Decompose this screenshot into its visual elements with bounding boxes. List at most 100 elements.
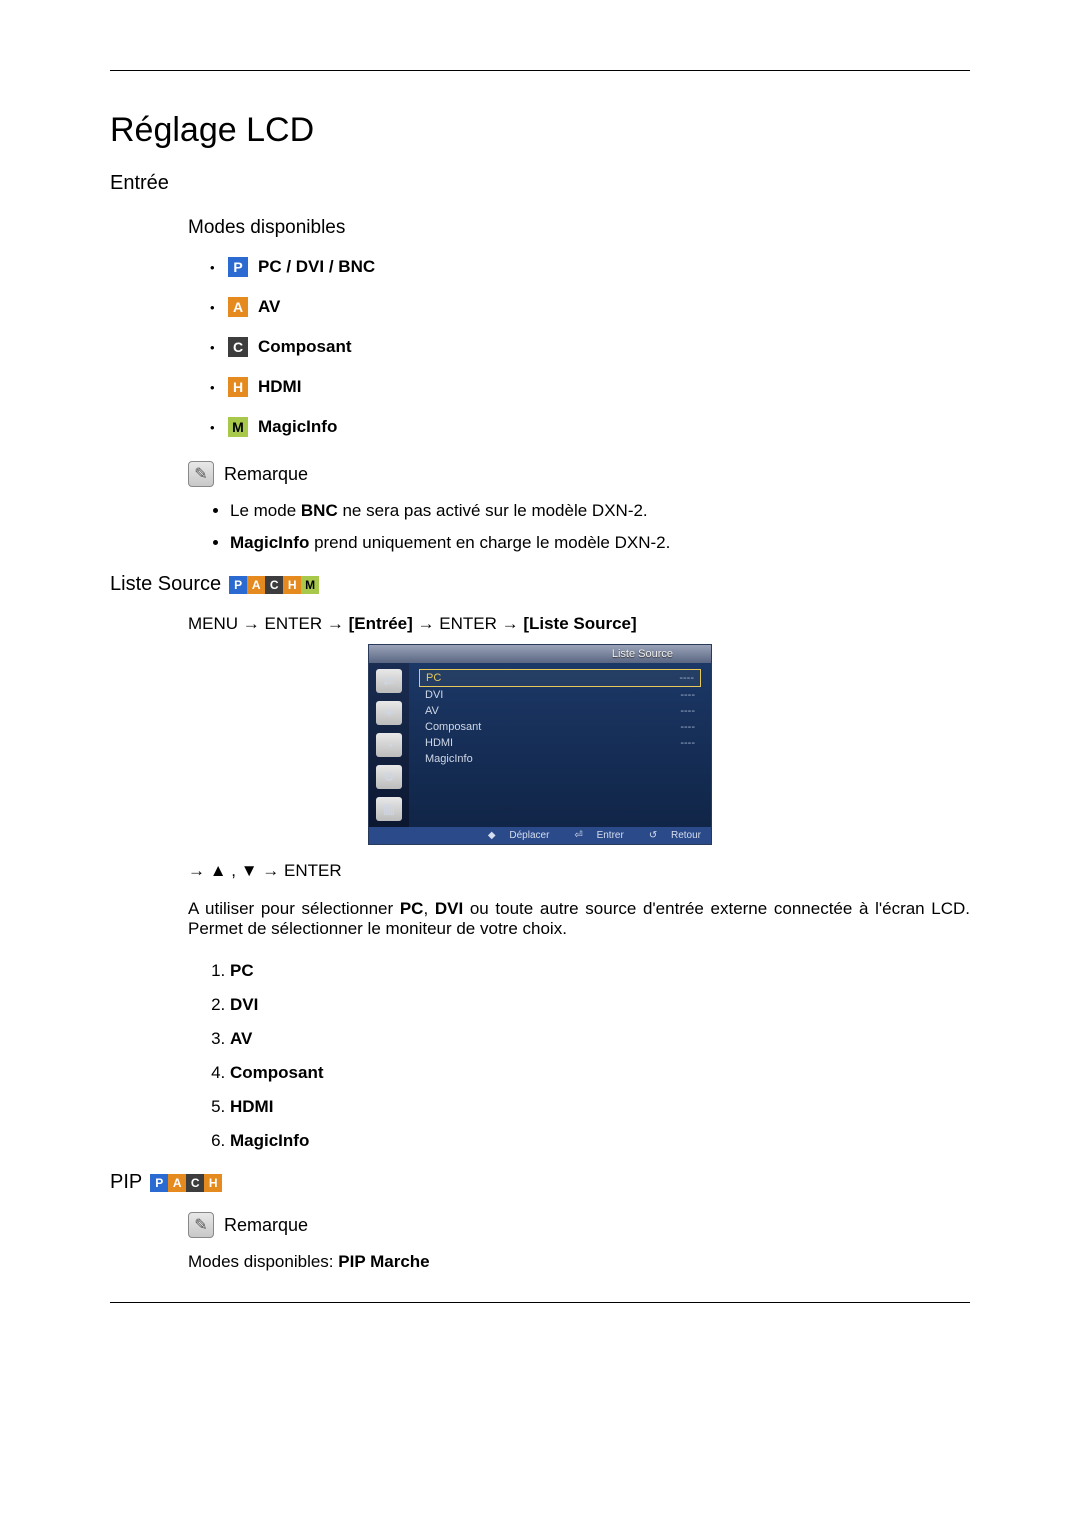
- osd-footer: ◆ Déplacer ⏎ Entrer ↺ Retour: [369, 827, 711, 844]
- osd-row: Composant ----: [419, 719, 701, 735]
- osd-screenshot: Liste Source ⇄ ☀ ◔ ⚙ ▥ PC ---- DVI ---- AV…: [110, 644, 970, 845]
- source-badges: P A C H M: [229, 576, 319, 594]
- mode-item-magicinfo: • M MagicInfo: [210, 417, 970, 437]
- pip-badges: P A C H: [150, 1174, 222, 1192]
- divider-bottom: [110, 1302, 970, 1303]
- menu-path-text: → ENTER →: [413, 614, 524, 633]
- note-bold: MagicInfo: [230, 533, 309, 552]
- section-pip: PIP: [110, 1171, 142, 1194]
- list-item: DVI: [230, 995, 970, 1015]
- note-icon: ✎: [188, 1212, 214, 1238]
- osd-row-val: ----: [679, 672, 694, 684]
- list-item: HDMI: [230, 1097, 970, 1117]
- osd-sidebar: ⇄ ☀ ◔ ⚙ ▥: [369, 663, 409, 827]
- modes-list: • P PC / DVI / BNC • A AV • C Composant …: [210, 257, 970, 437]
- note-text: prend uniquement en charge le modèle DXN…: [309, 533, 670, 552]
- list-item: AV: [230, 1029, 970, 1049]
- p-icon: P: [228, 257, 248, 277]
- c-icon: C: [265, 576, 283, 594]
- notes-list: Le mode BNC ne sera pas activé sur le mo…: [230, 501, 970, 553]
- osd-footer-enter: ⏎ Entrer: [563, 830, 623, 841]
- a-icon: A: [228, 297, 248, 317]
- osd-footer-move: ◆ Déplacer: [477, 830, 550, 841]
- osd-row-label: MagicInfo: [425, 753, 473, 765]
- osd-footer-return: ↺ Retour: [638, 830, 701, 841]
- p-icon: P: [229, 576, 247, 594]
- pip-modes: Modes disponibles: PIP Marche: [188, 1252, 970, 1272]
- note-text: ne sera pas activé sur le modèle DXN-2.: [338, 501, 648, 520]
- m-icon: M: [228, 417, 248, 437]
- list-item: PC: [230, 961, 970, 981]
- osd-row: HDMI----: [419, 735, 701, 751]
- osd-side-icon: ▥: [376, 797, 402, 821]
- osd-row-label: AV: [425, 705, 439, 717]
- c-icon: C: [228, 337, 248, 357]
- osd-side-icon: ⚙: [376, 765, 402, 789]
- osd-row: PC ----: [419, 669, 701, 687]
- remark-label: Remarque: [224, 1215, 308, 1236]
- h-icon: H: [204, 1174, 222, 1192]
- mode-label: AV: [258, 297, 280, 317]
- list-item: MagicInfo: [230, 1131, 970, 1151]
- osd-row-label: PC: [426, 672, 441, 684]
- desc-bold: DVI: [435, 899, 463, 918]
- a-icon: A: [247, 576, 265, 594]
- desc-text: A utiliser pour sélectionner: [188, 899, 400, 918]
- p-icon: P: [150, 1174, 168, 1192]
- menu-path: MENU → ENTER → [Entrée] → ENTER → [Liste…: [188, 614, 970, 634]
- menu-path-bold: [Entrée]: [349, 614, 413, 633]
- h-icon: H: [228, 377, 248, 397]
- note-item: Le mode BNC ne sera pas activé sur le mo…: [230, 501, 970, 521]
- divider-top: [110, 70, 970, 71]
- desc-bold: PC: [400, 899, 424, 918]
- osd-row: DVI ----: [419, 687, 701, 703]
- mode-item-pc: • P PC / DVI / BNC: [210, 257, 970, 277]
- remark-row: ✎ Remarque: [188, 1212, 970, 1238]
- c-icon: C: [186, 1174, 204, 1192]
- h-icon: H: [283, 576, 301, 594]
- osd-content: PC ---- DVI ---- AV ---- Composant ---- HDMI…: [409, 663, 711, 827]
- menu-path-text: MENU → ENTER →: [188, 614, 349, 633]
- mode-item-composant: • C Composant: [210, 337, 970, 357]
- remark-label: Remarque: [224, 464, 308, 485]
- osd-row-val: ----: [680, 705, 695, 717]
- osd-side-icon: ◔: [376, 733, 402, 757]
- osd-row-val: ----: [680, 737, 695, 749]
- menu-path-bold: [Liste Source]: [523, 614, 636, 633]
- note-bold: BNC: [301, 501, 338, 520]
- bullet-icon: •: [210, 260, 218, 275]
- source-num-list: PC DVI AV Composant HDMI MagicInfo: [230, 961, 970, 1151]
- mode-item-av: • A AV: [210, 297, 970, 317]
- remark-row: ✎ Remarque: [188, 461, 970, 487]
- bullet-icon: •: [210, 340, 218, 355]
- section-liste-source-row: Liste Source P A C H M: [110, 573, 970, 596]
- bullet-icon: •: [210, 300, 218, 315]
- osd-row-val: ----: [680, 689, 695, 701]
- pip-modes-text: Modes disponibles:: [188, 1252, 338, 1271]
- page-title: Réglage LCD: [110, 111, 970, 150]
- osd-header: Liste Source: [369, 645, 711, 663]
- osd-row: AV ----: [419, 703, 701, 719]
- osd-side-icon: ☀: [376, 701, 402, 725]
- osd-row-label: Composant: [425, 721, 481, 733]
- section-pip-row: PIP P A C H: [110, 1171, 970, 1194]
- bullet-icon: •: [210, 380, 218, 395]
- list-item: Composant: [230, 1063, 970, 1083]
- osd-row: MagicInfo: [419, 751, 701, 767]
- bullet-icon: •: [210, 420, 218, 435]
- mode-item-hdmi: • H HDMI: [210, 377, 970, 397]
- a-icon: A: [168, 1174, 186, 1192]
- note-icon: ✎: [188, 461, 214, 487]
- osd-row-label: DVI: [425, 689, 443, 701]
- description: A utiliser pour sélectionner PC, DVI ou …: [188, 899, 970, 939]
- osd-row-val: ----: [680, 721, 695, 733]
- nav-line: → ▲ , ▼ → ENTER: [188, 861, 970, 881]
- osd-side-icon: ⇄: [376, 669, 402, 693]
- mode-label: HDMI: [258, 377, 301, 397]
- desc-text: ,: [423, 899, 434, 918]
- pip-modes-bold: PIP Marche: [338, 1252, 429, 1271]
- section-liste-source: Liste Source: [110, 573, 221, 596]
- section-modes: Modes disponibles: [188, 217, 970, 239]
- note-item: MagicInfo prend uniquement en charge le …: [230, 533, 970, 553]
- mode-label: MagicInfo: [258, 417, 337, 437]
